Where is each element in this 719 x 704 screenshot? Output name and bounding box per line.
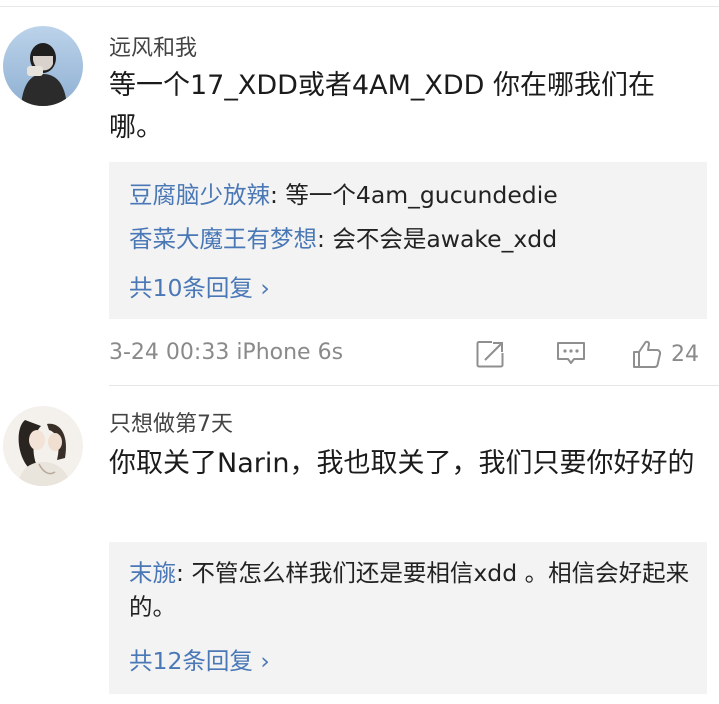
repost-icon	[476, 341, 504, 368]
comment-text: 你取关了Narin，我也取关了，我们只要你好好的	[109, 448, 695, 479]
avatar[interactable]	[3, 406, 83, 486]
username[interactable]: 只想做第7天	[109, 406, 233, 438]
like-count: 24	[671, 341, 699, 367]
like-button[interactable]: 24	[631, 334, 699, 374]
thumbs-up-icon	[633, 340, 662, 368]
avatar-photo-icon	[3, 26, 83, 106]
avatar-illustration-icon	[3, 406, 83, 486]
repost-button[interactable]	[475, 334, 505, 374]
comment-item: 远风和我 等一个17_XDD或者4AM_XDD 你在哪我们在哪。 豆腐脑少放辣:…	[0, 0, 719, 384]
comment-item: 只想做第7天 你取关了Narin，我也取关了，我们只要你好好的 末旐: 不管怎么…	[0, 386, 719, 704]
more-replies-link[interactable]: 共12条回复 ›	[129, 642, 270, 676]
comment-feed: 远风和我 等一个17_XDD或者4AM_XDD 你在哪我们在哪。 豆腐脑少放辣:…	[0, 0, 719, 704]
reply-item[interactable]: 末旐: 不管怎么样我们还是要相信xdd 。相信会好起来的。	[129, 556, 691, 624]
comment-meta: 3-24 00:33 iPhone 6s 24	[109, 334, 707, 374]
comment-button[interactable]	[555, 334, 587, 374]
reply-item[interactable]: 香菜大魔王有梦想: 会不会是awake_xdd	[129, 222, 691, 256]
comment-text: 等一个17_XDD或者4AM_XDD 你在哪我们在哪。	[109, 70, 656, 143]
comment-icon	[557, 342, 585, 364]
username[interactable]: 远风和我	[109, 30, 197, 62]
reply-panel[interactable]: 末旐: 不管怎么样我们还是要相信xdd 。相信会好起来的。 共12条回复 ›	[109, 542, 707, 694]
reply-text: : 会不会是awake_xdd	[317, 225, 558, 253]
reply-panel[interactable]: 豆腐脑少放辣: 等一个4am_gucundedie 香菜大魔王有梦想: 会不会是…	[109, 162, 707, 319]
more-replies-link[interactable]: 共10条回复 ›	[129, 269, 270, 303]
reply-author[interactable]: 香菜大魔王有梦想	[129, 225, 317, 253]
avatar[interactable]	[3, 26, 83, 106]
reply-author[interactable]: 末旐	[129, 559, 176, 587]
reply-item[interactable]: 豆腐脑少放辣: 等一个4am_gucundedie	[129, 178, 691, 212]
reply-text: : 等一个4am_gucundedie	[270, 181, 558, 209]
timestamp: 3-24 00:33 iPhone 6s	[109, 340, 344, 365]
reply-author[interactable]: 豆腐脑少放辣	[129, 181, 270, 209]
reply-text: : 不管怎么样我们还是要相信xdd 。相信会好起来的。	[129, 559, 690, 621]
